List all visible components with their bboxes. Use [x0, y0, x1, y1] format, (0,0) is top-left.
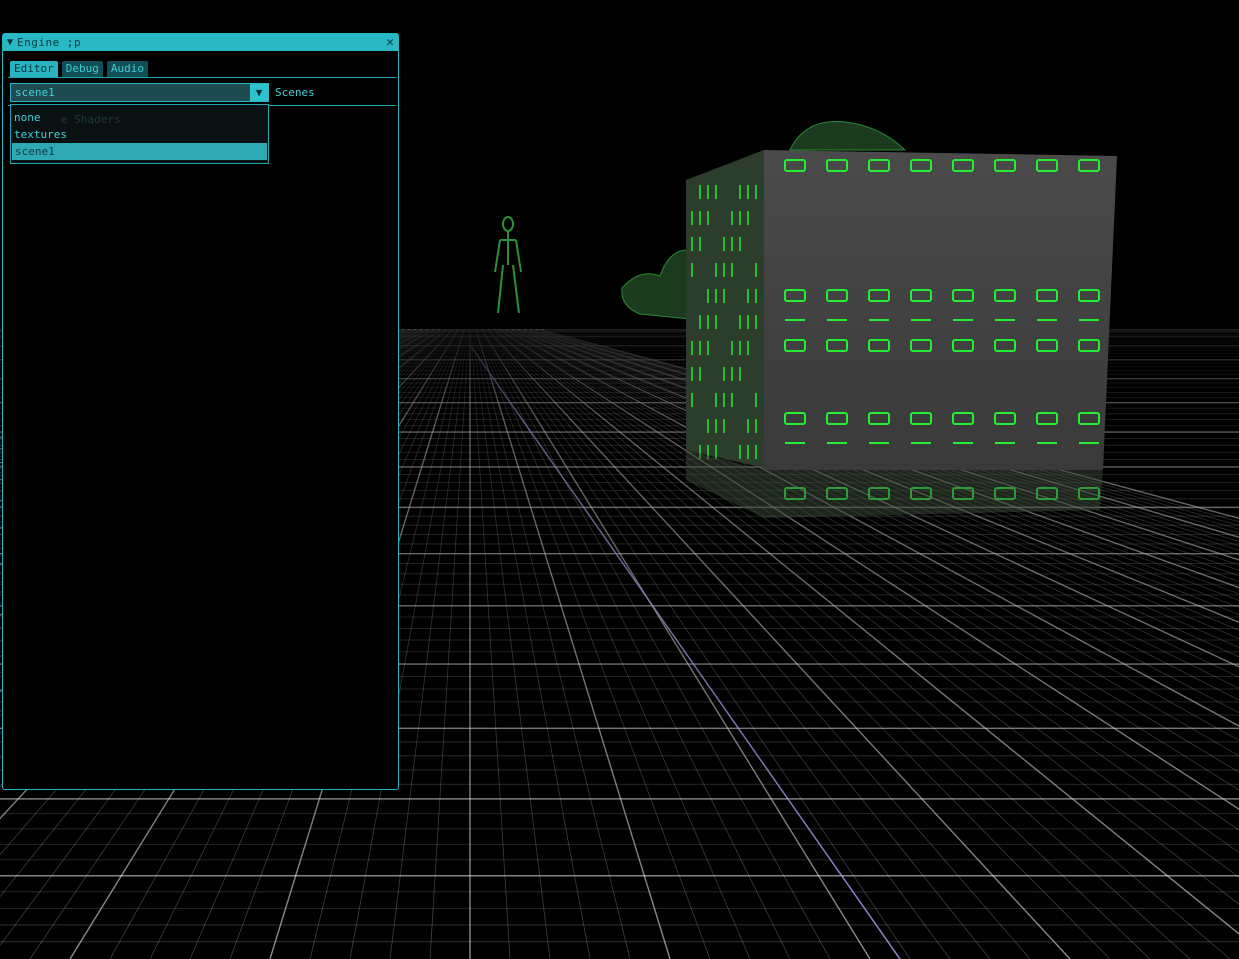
skeleton-figure — [494, 216, 522, 314]
window-title: Engine ;p — [17, 36, 82, 49]
chevron-down-icon[interactable]: ▼ — [250, 84, 268, 101]
engine-window: ▼ Engine ;p ✕ Editor Debug Audio scene1 … — [2, 33, 399, 790]
tab-editor[interactable]: Editor — [10, 61, 58, 77]
close-icon[interactable]: ✕ — [386, 35, 394, 50]
window-titlebar[interactable]: ▼ Engine ;p ✕ — [3, 34, 398, 51]
scene-combo[interactable]: scene1 ▼ — [10, 83, 269, 102]
scene-dropdown-list: e Shaders none textures scene1 — [10, 104, 269, 164]
tab-divider — [8, 77, 396, 78]
textured-cube — [686, 150, 1117, 518]
tab-debug[interactable]: Debug — [61, 61, 103, 77]
tab-audio[interactable]: Audio — [106, 61, 148, 77]
mesh-blob-top — [789, 121, 907, 151]
scene-combo-label: Scenes — [275, 86, 315, 99]
dropdown-option-textures[interactable]: textures — [11, 126, 268, 143]
triangle-down-icon[interactable]: ▼ — [7, 37, 13, 48]
dropdown-option-scene1[interactable]: scene1 — [12, 143, 267, 160]
tab-bar: Editor Debug Audio — [10, 61, 148, 77]
scene-combo-value: scene1 — [15, 86, 55, 99]
dropdown-option-none[interactable]: none — [11, 109, 268, 126]
scene-combo-row: scene1 ▼ Scenes — [10, 83, 315, 102]
